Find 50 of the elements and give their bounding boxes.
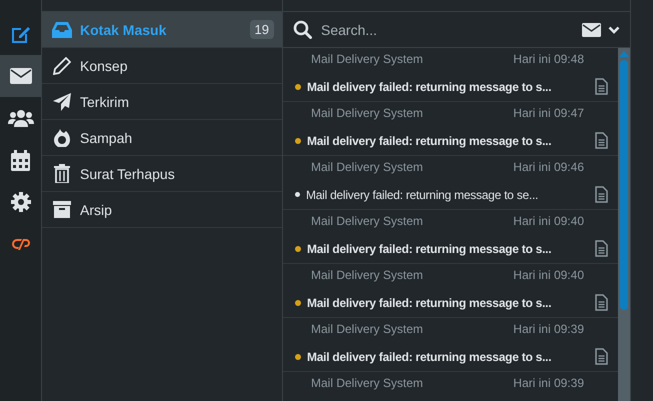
people-icon [8, 109, 34, 127]
sender-name: Mail Delivery System [311, 214, 424, 230]
inbox-icon [52, 22, 72, 38]
sender-name: Mail Delivery System [311, 106, 424, 122]
message-subject: Mail delivery failed: returning message to s... [307, 134, 552, 148]
search-icon [293, 20, 312, 39]
settings-icon [10, 192, 30, 212]
message-time: Hari ini 09:39 [513, 322, 584, 338]
sender-name: Mail Delivery System [311, 52, 424, 68]
document-icon [595, 132, 608, 149]
message-time: Hari ini 09:40 [513, 268, 584, 284]
envelope-icon[interactable] [582, 22, 601, 36]
document-icon [595, 294, 608, 311]
message-subject: Mail delivery failed: returning message to s... [307, 242, 552, 256]
sender-name: Mail Delivery System [311, 160, 424, 176]
folder-item[interactable]: Arsip [42, 192, 282, 228]
pencil-icon [53, 56, 71, 74]
envelope-icon [10, 68, 32, 84]
folder-item[interactable]: Konsep [42, 48, 282, 84]
message-time: Hari ini 09:47 [513, 106, 584, 122]
message-subject: Mail delivery failed: returning message to s... [307, 350, 552, 364]
document-icon [595, 240, 608, 257]
scrollbar[interactable] [618, 48, 630, 401]
chevron-down-icon[interactable] [608, 26, 620, 34]
document-icon [595, 78, 608, 95]
message-time: Hari ini 09:46 [513, 160, 584, 176]
document-icon [595, 348, 608, 365]
archive-icon [53, 201, 71, 218]
flame-icon [54, 128, 70, 146]
document-icon [595, 186, 608, 203]
folder-item[interactable]: Kotak Masuk 19 [42, 12, 282, 48]
search-field[interactable]: Search... [319, 20, 575, 38]
calendar-icon [11, 150, 30, 170]
sender-name: Mail Delivery System [311, 322, 424, 338]
message-subject: Mail delivery failed: returning message to se... [306, 188, 540, 202]
message-subject: Mail delivery failed: returning message to s... [307, 296, 552, 310]
message-subject: Mail delivery failed: returning message to s... [307, 80, 552, 94]
sender-name: Mail Delivery System [311, 268, 424, 284]
unread-count: 19 [250, 20, 274, 39]
paper-plane-icon [53, 92, 71, 110]
folder-item[interactable]: Surat Terhapus [42, 156, 282, 192]
sender-name: Mail Delivery System [311, 376, 424, 392]
folder-item[interactable]: Sampah [42, 120, 282, 156]
folder-item[interactable]: Terkirim [42, 84, 282, 120]
trash-icon [54, 164, 70, 183]
message-time: Hari ini 09:39 [513, 376, 584, 392]
message-time: Hari ini 09:40 [513, 214, 584, 230]
nav-button[interactable] [0, 55, 41, 97]
scrollbar-thumb[interactable] [620, 60, 628, 310]
message-time: Hari ini 09:48 [513, 52, 584, 68]
